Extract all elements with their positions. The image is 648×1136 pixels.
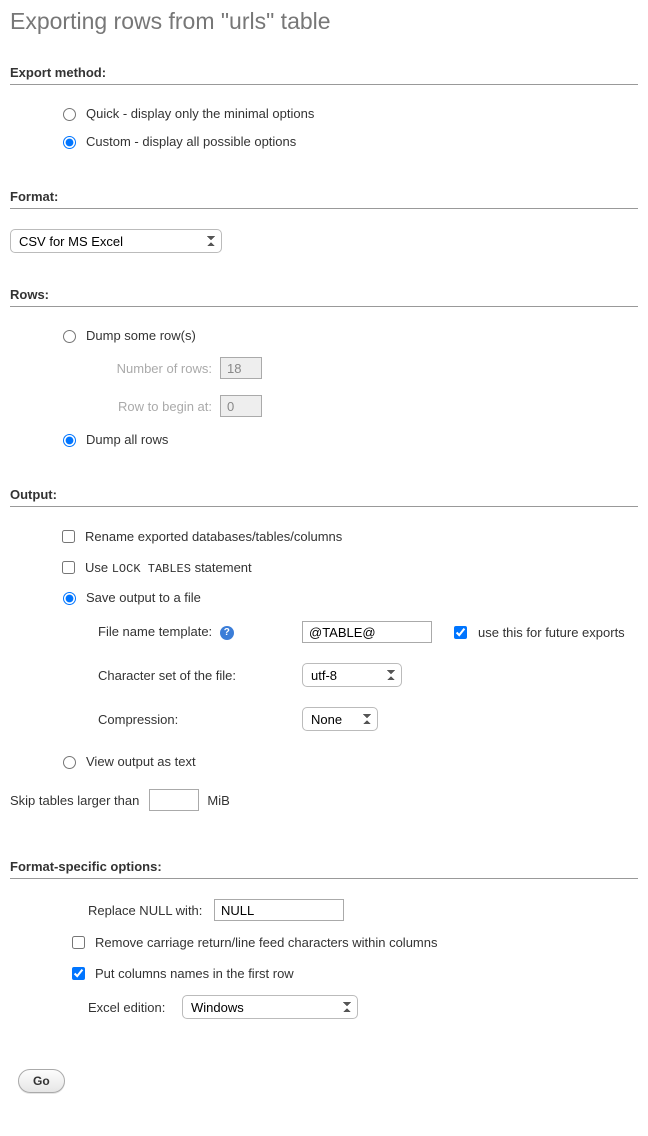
- replace-null-row: Replace NULL with:: [88, 893, 638, 927]
- dump-all-rows-radio[interactable]: [63, 434, 76, 447]
- output-section: Output: Rename exported databases/tables…: [10, 487, 638, 825]
- save-to-file[interactable]: Save output to a file: [58, 583, 638, 611]
- lock-tables-label: Use LOCK TABLES statement: [85, 560, 252, 576]
- excel-edition-row: Excel edition: Windows: [88, 989, 638, 1025]
- skip-tables-prefix: Skip tables larger than: [10, 793, 139, 808]
- put-columns-checkbox[interactable]: [72, 967, 85, 980]
- dump-some-rows-label: Dump some row(s): [86, 328, 196, 343]
- number-of-rows-label: Number of rows:: [100, 361, 212, 376]
- use-future-label: use this for future exports: [478, 625, 625, 640]
- dump-some-rows[interactable]: Dump some row(s): [10, 321, 638, 349]
- replace-null-input[interactable]: [214, 899, 344, 921]
- dump-all-rows[interactable]: Dump all rows: [10, 425, 638, 453]
- remove-crlf[interactable]: Remove carriage return/line feed charact…: [68, 927, 638, 958]
- rename-exported-checkbox[interactable]: [62, 530, 75, 543]
- filename-template-label: File name template:: [98, 624, 212, 639]
- put-columns-label: Put columns names in the first row: [95, 966, 294, 981]
- rows-legend: Rows:: [10, 287, 638, 307]
- skip-tables-suffix: MiB: [207, 793, 229, 808]
- remove-crlf-label: Remove carriage return/line feed charact…: [95, 935, 438, 950]
- excel-edition-label: Excel edition:: [88, 1000, 182, 1015]
- format-section: Format: CSV for MS Excel: [10, 189, 638, 253]
- go-button[interactable]: Go: [18, 1069, 65, 1093]
- skip-tables-input[interactable]: [149, 789, 199, 811]
- format-specific-legend: Format-specific options:: [10, 859, 638, 879]
- lock-tables[interactable]: Use LOCK TABLES statement: [58, 552, 638, 583]
- export-method-legend: Export method:: [10, 65, 638, 85]
- view-as-text-label: View output as text: [86, 754, 196, 769]
- rename-exported[interactable]: Rename exported databases/tables/columns: [58, 521, 638, 552]
- charset-row: Character set of the file: utf-8: [58, 653, 638, 697]
- export-method-custom-radio[interactable]: [63, 136, 76, 149]
- format-select[interactable]: CSV for MS Excel: [10, 229, 222, 253]
- dump-some-rows-radio[interactable]: [63, 330, 76, 343]
- view-as-text-radio[interactable]: [63, 756, 76, 769]
- export-method-custom[interactable]: Custom - display all possible options: [10, 127, 638, 155]
- replace-null-label: Replace NULL with:: [88, 903, 214, 918]
- rows-section: Rows: Dump some row(s) Number of rows: R…: [10, 287, 638, 453]
- save-to-file-radio[interactable]: [63, 592, 76, 605]
- row-begin-row: Row to begin at:: [10, 387, 638, 425]
- number-of-rows-input[interactable]: [220, 357, 262, 379]
- rename-exported-label: Rename exported databases/tables/columns: [85, 529, 342, 544]
- output-legend: Output:: [10, 487, 638, 507]
- export-method-quick[interactable]: Quick - display only the minimal options: [10, 99, 638, 127]
- page-title: Exporting rows from "urls" table: [10, 8, 638, 35]
- use-future-checkbox[interactable]: [454, 626, 467, 639]
- format-specific-section: Format-specific options: Replace NULL wi…: [10, 859, 638, 1025]
- export-method-quick-radio[interactable]: [63, 108, 76, 121]
- help-icon[interactable]: ?: [220, 626, 234, 640]
- file-options: File name template: ? use this for futur…: [58, 611, 638, 741]
- save-to-file-label: Save output to a file: [86, 590, 201, 605]
- row-begin-input[interactable]: [220, 395, 262, 417]
- filename-template-input[interactable]: [302, 621, 432, 643]
- charset-label: Character set of the file:: [58, 668, 302, 683]
- lock-tables-checkbox[interactable]: [62, 561, 75, 574]
- format-legend: Format:: [10, 189, 638, 209]
- skip-tables-row: Skip tables larger than MiB: [10, 775, 638, 825]
- charset-select[interactable]: utf-8: [302, 663, 402, 687]
- row-begin-label: Row to begin at:: [100, 399, 212, 414]
- view-as-text[interactable]: View output as text: [58, 747, 638, 775]
- export-method-quick-label: Quick - display only the minimal options: [86, 106, 314, 121]
- number-of-rows-row: Number of rows:: [10, 349, 638, 387]
- export-method-section: Export method: Quick - display only the …: [10, 65, 638, 155]
- dump-all-rows-label: Dump all rows: [86, 432, 168, 447]
- excel-edition-select[interactable]: Windows: [182, 995, 358, 1019]
- put-columns-first-row[interactable]: Put columns names in the first row: [68, 958, 638, 989]
- export-method-custom-label: Custom - display all possible options: [86, 134, 296, 149]
- compression-select[interactable]: None: [302, 707, 378, 731]
- filename-template-row: File name template: ? use this for futur…: [58, 611, 638, 653]
- compression-label: Compression:: [58, 712, 302, 727]
- compression-row: Compression: None: [58, 697, 638, 741]
- remove-crlf-checkbox[interactable]: [72, 936, 85, 949]
